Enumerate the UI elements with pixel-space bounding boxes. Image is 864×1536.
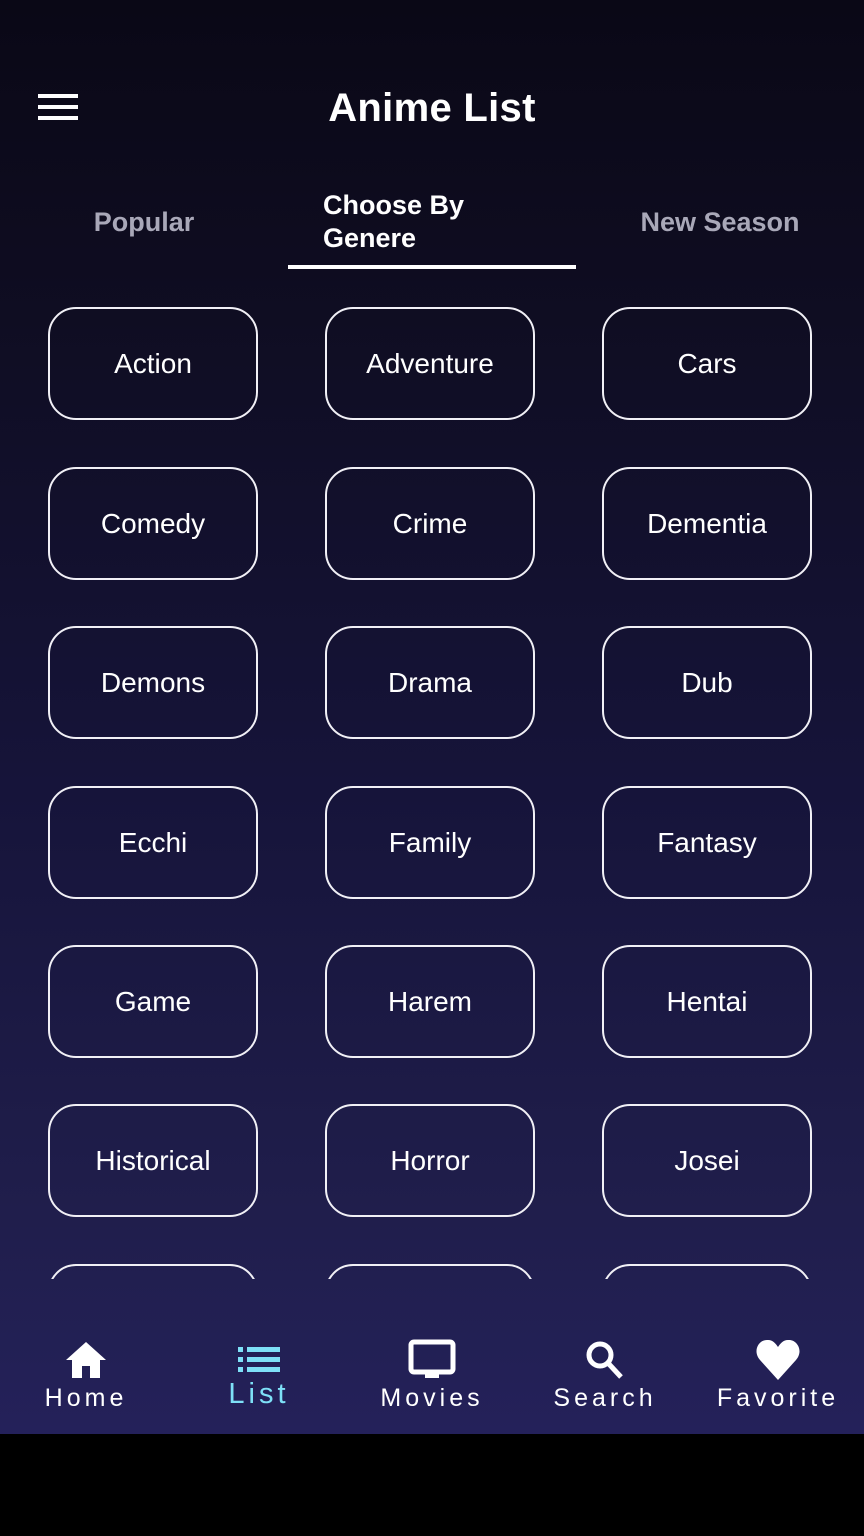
heart-icon (755, 1338, 801, 1382)
tab-label-line1: Choose By (323, 190, 465, 220)
tab-bar: Popular Choose By Genere New Season (0, 176, 864, 272)
genre-label: Action (114, 347, 192, 379)
genre-grid[interactable]: Action Adventure Cars Comedy Crime Demen… (0, 290, 864, 1279)
nav-list[interactable]: List (173, 1300, 345, 1434)
tab-label-line2: Genere (323, 223, 417, 253)
tab-popular[interactable]: Popular (0, 176, 288, 268)
tab-choose-by-genere[interactable]: Choose By Genere (288, 176, 576, 268)
active-tab-indicator (288, 265, 576, 269)
genre-button-crime[interactable]: Crime (325, 467, 535, 580)
genre-label: Demons (100, 666, 206, 698)
genre-label: Ecchi (118, 826, 188, 858)
nav-label: List (228, 1378, 290, 1410)
app-screen: Anime List Popular Choose By Genere New … (0, 0, 864, 1434)
genre-label: Hentai (666, 985, 748, 1017)
list-icon (238, 1338, 280, 1382)
genre-button-partial[interactable] (325, 1264, 535, 1279)
genre-button-comedy[interactable]: Comedy (48, 467, 258, 580)
genre-label: Adventure (366, 347, 494, 379)
genre-label: Josei (674, 1144, 740, 1176)
genre-button-ecchi[interactable]: Ecchi (48, 786, 258, 899)
bottom-navigation: Home List Movies Search Favorite (0, 1300, 864, 1434)
genre-label: Cars (677, 347, 737, 379)
genre-button-partial[interactable] (48, 1264, 258, 1279)
nav-label: Movies (380, 1384, 484, 1412)
genre-label: Comedy (100, 507, 206, 539)
genre-label: Horror (390, 1144, 470, 1176)
genre-button-cars[interactable]: Cars (602, 307, 812, 420)
genre-button-adventure[interactable]: Adventure (325, 307, 535, 420)
nav-home[interactable]: Home (0, 1300, 172, 1434)
genre-button-fantasy[interactable]: Fantasy (602, 786, 812, 899)
genre-button-dub[interactable]: Dub (602, 626, 812, 739)
genre-button-josei[interactable]: Josei (602, 1104, 812, 1217)
nav-search[interactable]: Search (519, 1300, 691, 1434)
genre-label: Game (114, 985, 192, 1017)
tab-label: New Season (640, 206, 800, 237)
tab-label: Choose By Genere (323, 189, 464, 255)
genre-button-hentai[interactable]: Hentai (602, 945, 812, 1058)
genre-button-partial[interactable] (602, 1264, 812, 1279)
genre-button-action[interactable]: Action (48, 307, 258, 420)
home-icon (64, 1338, 108, 1382)
genre-button-family[interactable]: Family (325, 786, 535, 899)
nav-movies[interactable]: Movies (346, 1300, 518, 1434)
genre-button-demons[interactable]: Demons (48, 626, 258, 739)
genre-button-harem[interactable]: Harem (325, 945, 535, 1058)
tv-icon (408, 1338, 456, 1382)
nav-label: Search (553, 1384, 657, 1412)
genre-label: Dementia (647, 507, 767, 539)
genre-label: Harem (387, 985, 472, 1017)
nav-label: Favorite (716, 1384, 840, 1412)
genre-button-historical[interactable]: Historical (48, 1104, 258, 1217)
genre-label: Fantasy (657, 826, 757, 858)
genre-label: Crime (392, 507, 468, 539)
genre-label: Family (388, 826, 472, 858)
genre-button-dementia[interactable]: Dementia (602, 467, 812, 580)
genre-label: Dub (681, 666, 733, 698)
search-icon (584, 1338, 626, 1382)
genre-label: Historical (95, 1144, 211, 1176)
tab-label: Popular (93, 206, 195, 237)
genre-button-horror[interactable]: Horror (325, 1104, 535, 1217)
genre-label: Drama (387, 666, 472, 698)
page-title: Anime List (328, 86, 536, 130)
genre-button-game[interactable]: Game (48, 945, 258, 1058)
tab-new-season[interactable]: New Season (576, 176, 864, 268)
nav-favorite[interactable]: Favorite (692, 1300, 864, 1434)
genre-button-drama[interactable]: Drama (325, 626, 535, 739)
nav-label: Home (44, 1384, 128, 1412)
